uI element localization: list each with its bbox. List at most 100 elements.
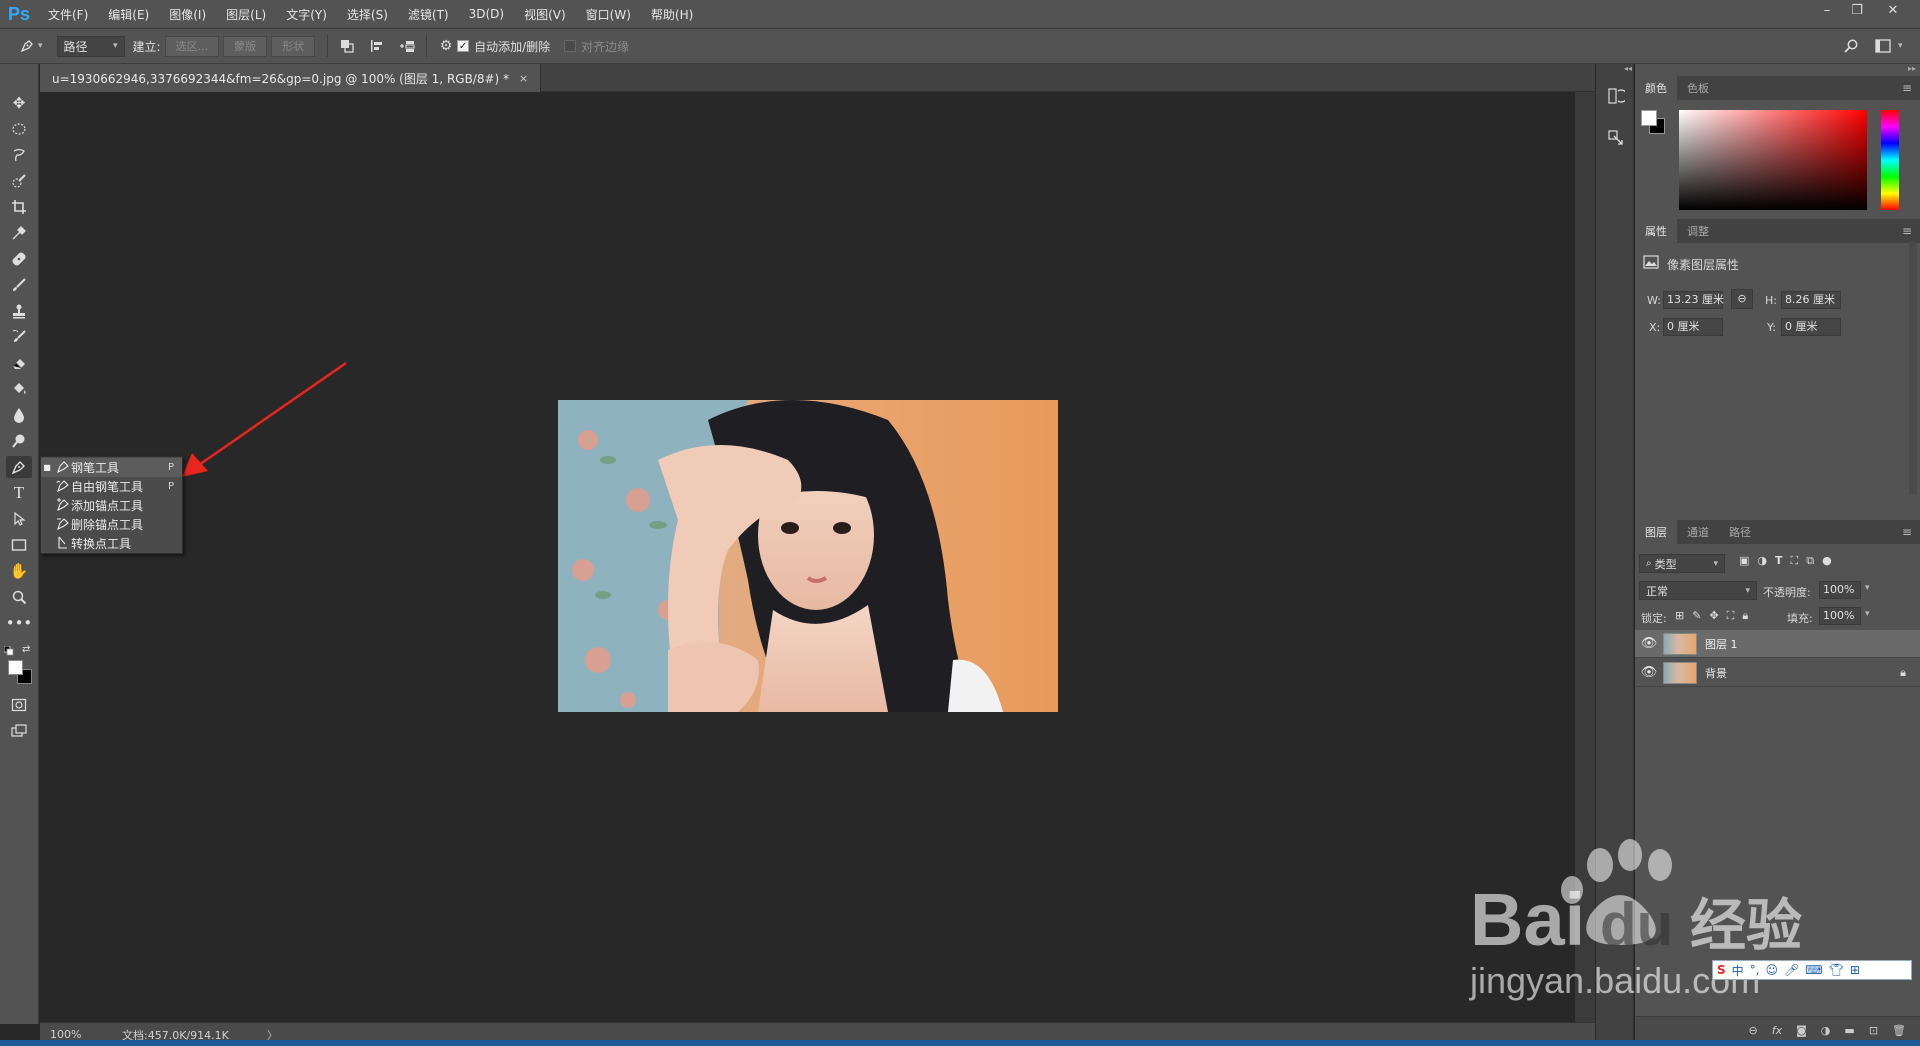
delete-layer-icon[interactable]: 🗑︎ xyxy=(1892,1024,1906,1037)
layer-row[interactable]: 👁︎ 背景 🔒︎ xyxy=(1635,659,1920,687)
hue-slider[interactable] xyxy=(1881,110,1899,210)
collapse-dock-icon[interactable]: ◂◂ xyxy=(1624,64,1632,73)
flyout-item-delete-anchor-tool[interactable]: 删除锚点工具 xyxy=(41,515,182,534)
align-edges-checkbox[interactable] xyxy=(564,40,577,52)
menu-help[interactable]: 帮助(H) xyxy=(641,6,703,23)
menu-view[interactable]: 视图(V) xyxy=(514,6,576,23)
canvas-scrollbar[interactable] xyxy=(1575,92,1595,1022)
panel-menu-icon[interactable]: ≡ xyxy=(1902,224,1912,238)
quick-selection-tool-icon[interactable] xyxy=(6,170,32,192)
panel-color-swatches[interactable] xyxy=(1641,110,1667,136)
layer-name[interactable]: 图层 1 xyxy=(1705,636,1738,652)
default-colors-icon[interactable] xyxy=(3,645,14,656)
flyout-item-freeform-pen-tool[interactable]: 自由钢笔工具 P xyxy=(41,477,182,496)
opacity-chevron-icon[interactable]: ▾ xyxy=(1865,583,1870,593)
properties-panel-icon[interactable] xyxy=(1604,126,1628,150)
panel-menu-icon[interactable]: ≡ xyxy=(1902,525,1912,539)
pen-tool-preset-icon[interactable] xyxy=(16,35,38,57)
panel-menu-icon[interactable]: ≡ xyxy=(1902,81,1912,95)
lasso-tool-icon[interactable] xyxy=(6,144,32,166)
more-tools-icon[interactable]: ••• xyxy=(6,612,33,634)
collapse-panels-icon[interactable]: ▸▸ xyxy=(1908,64,1916,73)
type-tool-icon[interactable]: T xyxy=(6,482,32,504)
menu-image[interactable]: 图像(I) xyxy=(159,6,216,23)
layer-style-icon[interactable]: fx xyxy=(1772,1024,1782,1037)
tab-adjustments[interactable]: 调整 xyxy=(1677,219,1719,243)
paint-bucket-tool-icon[interactable] xyxy=(6,378,32,400)
pen-tool-icon[interactable] xyxy=(6,456,32,478)
menu-edit[interactable]: 编辑(E) xyxy=(98,6,159,23)
flyout-item-pen-tool[interactable]: ■ 钢笔工具 P xyxy=(41,458,182,477)
path-selection-tool-icon[interactable] xyxy=(6,508,32,530)
flyout-item-add-anchor-tool[interactable]: 添加锚点工具 xyxy=(41,496,182,515)
clone-stamp-tool-icon[interactable] xyxy=(6,300,32,322)
search-icon[interactable] xyxy=(1840,35,1862,57)
marquee-tool-icon[interactable] xyxy=(6,118,32,140)
workspace-switcher-icon[interactable] xyxy=(1872,35,1894,57)
filter-shape-icon[interactable]: ⛶ xyxy=(1791,554,1799,568)
layer-filter-select[interactable]: ⌕ 类型 ▾ xyxy=(1639,554,1725,573)
lock-all-icon[interactable]: 🔒︎ xyxy=(1742,609,1748,623)
document-tab[interactable]: u=1930662946,3376692344&fm=26&gp=0.jpg @… xyxy=(40,64,542,92)
height-field[interactable]: 8.26 厘米 xyxy=(1781,291,1841,309)
width-field[interactable]: 13.23 厘米 xyxy=(1663,291,1724,309)
new-group-icon[interactable]: ▬ xyxy=(1844,1024,1854,1037)
opacity-field[interactable]: 100% xyxy=(1819,581,1861,599)
tab-channels[interactable]: 通道 xyxy=(1677,520,1719,544)
menu-layer[interactable]: 图层(L) xyxy=(216,6,276,23)
filter-smart-object-icon[interactable]: ⧉ xyxy=(1806,554,1814,568)
menu-3d[interactable]: 3D(D) xyxy=(459,7,514,21)
lock-artboard-icon[interactable]: ⛶ xyxy=(1727,609,1735,623)
screen-mode-icon[interactable] xyxy=(6,720,32,742)
preset-chevron-icon[interactable]: ▾ xyxy=(38,41,43,51)
close-window-button[interactable]: ✕ xyxy=(1878,0,1908,24)
lock-transparent-icon[interactable]: ⊞ xyxy=(1675,609,1684,623)
x-field[interactable]: 0 厘米 xyxy=(1663,318,1723,336)
eraser-tool-icon[interactable] xyxy=(6,352,32,374)
new-layer-icon[interactable]: ⊡ xyxy=(1869,1024,1878,1037)
path-alignment-icon[interactable] xyxy=(366,35,388,57)
make-shape-button[interactable]: 形状 xyxy=(271,35,316,57)
link-layers-icon[interactable]: ⊖ xyxy=(1749,1024,1758,1037)
zoom-tool-icon[interactable] xyxy=(6,586,32,608)
auto-add-delete-checkbox[interactable]: ✓ xyxy=(457,40,470,52)
menu-filter[interactable]: 滤镜(T) xyxy=(398,6,459,23)
filter-toggle-icon[interactable]: ● xyxy=(1822,554,1832,568)
visibility-eye-icon[interactable]: 👁︎ xyxy=(1635,636,1663,651)
move-tool-icon[interactable]: ✥ xyxy=(6,92,32,114)
history-brush-tool-icon[interactable] xyxy=(6,326,32,348)
path-arrangement-icon[interactable] xyxy=(396,35,418,57)
gear-icon[interactable]: ⚙ xyxy=(435,35,457,57)
menu-type[interactable]: 文字(Y) xyxy=(276,6,337,23)
blend-mode-select[interactable]: 正常 ▾ xyxy=(1639,581,1757,600)
crop-tool-icon[interactable] xyxy=(6,196,32,218)
fill-field[interactable]: 100% xyxy=(1819,607,1861,625)
swap-colors-icon[interactable]: ⇄ xyxy=(22,644,34,656)
restore-button[interactable]: ❐ xyxy=(1842,0,1872,24)
tab-layers[interactable]: 图层 xyxy=(1635,520,1677,544)
filter-type-icon[interactable]: T xyxy=(1775,554,1783,568)
menu-file[interactable]: 文件(F) xyxy=(38,6,98,23)
lock-position-icon[interactable]: ✥ xyxy=(1709,609,1718,623)
new-adjustment-icon[interactable]: ◑ xyxy=(1821,1024,1831,1037)
layer-row[interactable]: 👁︎ 图层 1 xyxy=(1635,630,1920,658)
y-field[interactable]: 0 厘米 xyxy=(1781,318,1841,336)
properties-scrollbar[interactable] xyxy=(1909,242,1917,494)
color-swatches[interactable] xyxy=(8,660,34,686)
filter-pixel-icon[interactable]: ▣ xyxy=(1739,554,1749,568)
link-proportions-icon[interactable]: ⊖ xyxy=(1731,289,1753,309)
brush-tool-icon[interactable] xyxy=(6,274,32,296)
tab-paths[interactable]: 路径 xyxy=(1719,520,1761,544)
tab-color[interactable]: 颜色 xyxy=(1635,76,1677,100)
make-selection-button[interactable]: 选区... xyxy=(164,35,220,57)
menu-window[interactable]: 窗口(W) xyxy=(576,6,641,23)
path-operations-icon[interactable] xyxy=(336,35,358,57)
color-field[interactable] xyxy=(1679,110,1867,210)
hand-tool-icon[interactable]: ✋ xyxy=(6,560,32,582)
menu-select[interactable]: 选择(S) xyxy=(337,6,398,23)
dodge-tool-icon[interactable] xyxy=(6,430,32,452)
rectangle-tool-icon[interactable] xyxy=(6,534,32,556)
quick-mask-icon[interactable] xyxy=(6,694,32,716)
add-mask-icon[interactable]: ◙ xyxy=(1796,1024,1807,1037)
layer-name[interactable]: 背景 xyxy=(1705,665,1900,681)
